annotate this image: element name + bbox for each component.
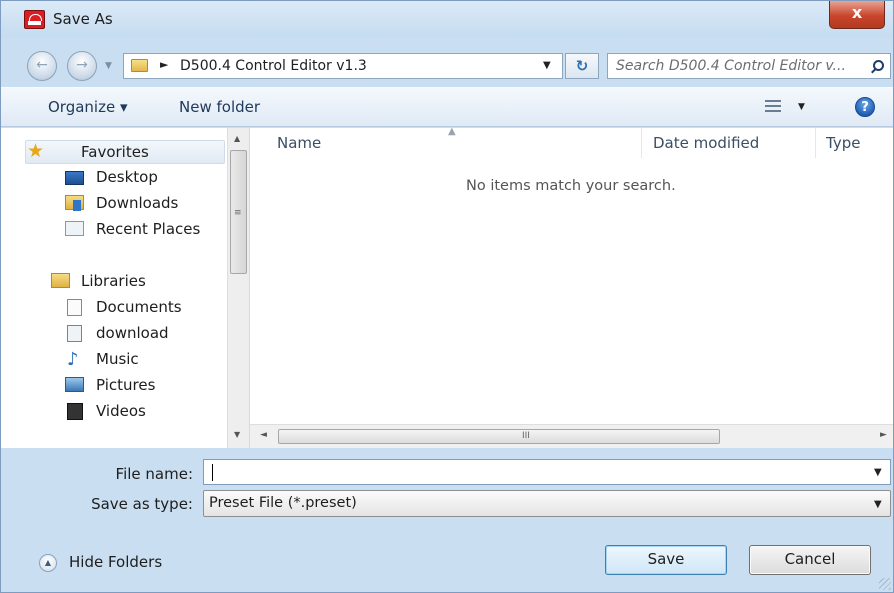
- refresh-button[interactable]: ↻: [565, 53, 599, 79]
- save-button[interactable]: Save: [605, 545, 727, 575]
- cancel-button[interactable]: Cancel: [749, 545, 871, 575]
- scroll-grip-icon: ≡: [234, 208, 242, 218]
- file-name-combobox[interactable]: ▼: [203, 459, 891, 485]
- empty-results-message: No items match your search.: [466, 178, 676, 194]
- music-note-icon: ♪: [67, 349, 79, 370]
- column-header-name[interactable]: Name: [277, 134, 321, 152]
- navigation-pane: ★ Favorites Desktop Downloads Recent Pla…: [1, 128, 249, 448]
- tree-item-videos[interactable]: Videos: [65, 401, 215, 423]
- tree-item-label: Desktop: [96, 168, 158, 186]
- resize-grip-icon[interactable]: [879, 578, 891, 590]
- film-icon: [67, 403, 83, 420]
- command-bar: Organize ▾ New folder ▼ ?: [1, 87, 893, 127]
- back-button[interactable]: ←: [27, 51, 57, 81]
- address-bar[interactable]: ► D500.4 Control Editor v1.3 ▼: [123, 53, 563, 79]
- tree-item-label: Music: [96, 350, 139, 368]
- column-divider[interactable]: [815, 128, 816, 158]
- column-divider[interactable]: [641, 128, 642, 158]
- tree-item-label: download: [96, 324, 169, 342]
- tree-item-recent-places[interactable]: Recent Places: [65, 219, 215, 241]
- file-name-dropdown[interactable]: ▼: [874, 467, 882, 478]
- tree-item-label: Pictures: [96, 376, 156, 394]
- tree-item-label: Documents: [96, 298, 182, 316]
- tree-item-label: Libraries: [81, 272, 146, 290]
- tree-item-downloads[interactable]: Downloads: [65, 193, 215, 215]
- file-name-label: File name:: [115, 465, 193, 483]
- navigation-bar: ← → ▼ ► D500.4 Control Editor v1.3 ▼ ↻: [1, 37, 893, 87]
- tree-item-download[interactable]: download: [65, 323, 215, 345]
- close-button[interactable]: x: [829, 1, 885, 29]
- library-icon: [67, 325, 82, 342]
- new-folder-button[interactable]: New folder: [179, 98, 260, 116]
- recent-places-icon: [65, 221, 84, 236]
- scroll-right-icon[interactable]: ►: [880, 430, 887, 440]
- folder-icon: [131, 59, 148, 72]
- breadcrumb-current-folder[interactable]: D500.4 Control Editor v1.3: [180, 58, 367, 74]
- save-as-type-value: Preset File (*.preset): [209, 495, 357, 511]
- arrow-left-icon: ←: [36, 57, 48, 73]
- tree-item-desktop[interactable]: Desktop: [65, 167, 215, 189]
- search-input[interactable]: [616, 57, 864, 75]
- navigation-pane-scrollbar[interactable]: ▲ ≡ ▼: [227, 128, 249, 448]
- view-options-icon[interactable]: [765, 99, 781, 113]
- title-bar[interactable]: Save As x: [1, 1, 893, 37]
- forward-button[interactable]: →: [67, 51, 97, 81]
- star-icon: ★: [27, 140, 45, 162]
- view-dropdown[interactable]: ▼: [798, 102, 805, 112]
- arrow-right-icon: →: [76, 57, 88, 73]
- column-header-type[interactable]: Type: [826, 134, 860, 152]
- save-as-type-label: Save as type:: [91, 495, 193, 513]
- file-list-pane[interactable]: ▲ Name Date modified Type No items match…: [250, 126, 893, 448]
- scroll-down-icon[interactable]: ▼: [234, 430, 240, 439]
- desktop-icon: [65, 171, 84, 185]
- scroll-thumb[interactable]: III: [278, 429, 720, 444]
- organize-menu[interactable]: Organize ▾: [48, 98, 128, 116]
- app-logo-icon: [24, 10, 45, 29]
- scroll-up-icon[interactable]: ▲: [234, 134, 240, 143]
- text-caret: [212, 464, 213, 481]
- column-header-date-modified[interactable]: Date modified: [653, 134, 759, 152]
- sort-ascending-icon: ▲: [448, 126, 456, 137]
- download-arrow-icon: [73, 200, 81, 211]
- tree-item-pictures[interactable]: Pictures: [65, 375, 215, 397]
- search-box[interactable]: [607, 53, 891, 79]
- file-name-input[interactable]: [210, 463, 850, 481]
- chevron-up-icon: ▲: [39, 554, 57, 572]
- tree-item-label: Downloads: [96, 194, 179, 212]
- address-dropdown[interactable]: ▼: [543, 60, 551, 71]
- save-as-dialog: Save As x ← → ▼ ► D500.4 Control Editor …: [0, 0, 894, 593]
- tree-item-label: Recent Places: [96, 220, 201, 238]
- refresh-icon: ↻: [575, 57, 589, 75]
- tree-item-documents[interactable]: Documents: [65, 297, 215, 319]
- window-title: Save As: [53, 10, 113, 28]
- save-as-type-select[interactable]: Preset File (*.preset) ▼: [203, 490, 891, 517]
- scroll-left-icon[interactable]: ◄: [260, 430, 267, 440]
- picture-icon: [65, 377, 84, 392]
- tree-item-label: Favorites: [81, 143, 149, 161]
- search-icon[interactable]: [873, 60, 884, 71]
- tree-item-label: Videos: [96, 402, 146, 420]
- document-icon: [67, 299, 82, 316]
- help-icon[interactable]: ?: [855, 97, 875, 117]
- save-as-type-dropdown[interactable]: ▼: [874, 499, 882, 510]
- scroll-grip-icon: III: [522, 431, 530, 441]
- breadcrumb-separator[interactable]: ►: [160, 58, 168, 71]
- hide-folders-label: Hide Folders: [69, 553, 163, 571]
- tree-item-libraries[interactable]: Libraries: [51, 271, 221, 293]
- chevron-up-glyph: ▲: [44, 558, 52, 567]
- tree-item-music[interactable]: ♪ Music: [65, 349, 215, 371]
- recent-locations-dropdown[interactable]: ▼: [105, 61, 112, 71]
- libraries-folder-icon: [51, 273, 70, 288]
- file-list-horizontal-scrollbar[interactable]: ◄ III ►: [250, 424, 893, 448]
